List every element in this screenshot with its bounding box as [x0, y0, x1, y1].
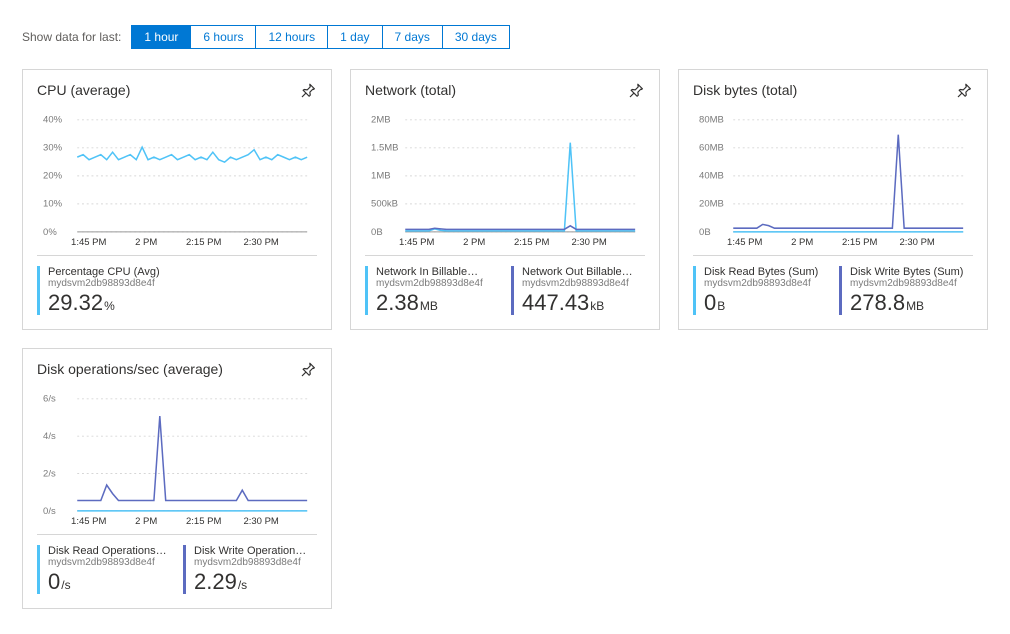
legend-item: Disk Write Operation… mydsvm2db98893d8e4…	[183, 545, 317, 594]
legend-item: Disk Read Bytes (Sum) mydsvm2db98893d8e4…	[693, 266, 827, 315]
pin-icon[interactable]	[623, 78, 649, 107]
time-range-30-days[interactable]: 30 days	[443, 26, 509, 48]
svg-text:20%: 20%	[43, 171, 63, 182]
legend-resource: mydsvm2db98893d8e4f	[704, 278, 827, 289]
svg-text:2 PM: 2 PM	[135, 237, 157, 248]
time-range-toolbar: Show data for last: 1 hour6 hours12 hour…	[22, 25, 988, 49]
legend-item: Network In Billable… mydsvm2db98893d8e4f…	[365, 266, 499, 315]
svg-text:40%: 40%	[43, 116, 63, 126]
legend-resource: mydsvm2db98893d8e4f	[850, 278, 973, 289]
legend-value: 278.8MB	[850, 291, 973, 315]
svg-text:2 PM: 2 PM	[135, 516, 157, 527]
svg-text:1:45 PM: 1:45 PM	[71, 516, 106, 527]
time-range-1-day[interactable]: 1 day	[328, 26, 382, 48]
metric-tile-cpu: CPU (average) 0% 10% 20% 30% 40% 1:45 PM 2 PM…	[22, 69, 332, 330]
svg-text:2 PM: 2 PM	[463, 237, 485, 248]
legend-resource: mydsvm2db98893d8e4f	[376, 278, 499, 289]
pin-icon[interactable]	[951, 78, 977, 107]
time-range-1-hour[interactable]: 1 hour	[132, 26, 191, 48]
legend-resource: mydsvm2db98893d8e4f	[194, 557, 317, 568]
svg-text:2:30 PM: 2:30 PM	[571, 237, 606, 248]
svg-text:6/s: 6/s	[43, 395, 56, 405]
svg-text:2:15 PM: 2:15 PM	[514, 237, 549, 248]
legend-label: Disk Write Operation…	[194, 545, 317, 557]
legend-resource: mydsvm2db98893d8e4f	[48, 557, 171, 568]
svg-text:40MB: 40MB	[699, 171, 724, 182]
svg-text:30%: 30%	[43, 143, 63, 154]
svg-text:1MB: 1MB	[371, 171, 391, 182]
chart[interactable]: 0/s 2/s 4/s 6/s 1:45 PM 2 PM 2:15 PM 2:30 PM	[37, 395, 317, 535]
legend-label: Disk Write Bytes (Sum)	[850, 266, 973, 278]
metric-tiles: CPU (average) 0% 10% 20% 30% 40% 1:45 PM 2 PM…	[22, 69, 988, 609]
svg-text:2:15 PM: 2:15 PM	[186, 237, 221, 248]
legend: Network In Billable… mydsvm2db98893d8e4f…	[365, 266, 645, 315]
legend-value: 0B	[704, 291, 827, 315]
svg-text:2:30 PM: 2:30 PM	[243, 237, 278, 248]
svg-text:1.5MB: 1.5MB	[371, 143, 398, 154]
legend-label: Disk Read Bytes (Sum)	[704, 266, 827, 278]
time-range-label: Show data for last:	[22, 30, 121, 44]
legend: Disk Read Operations… mydsvm2db98893d8e4…	[37, 545, 317, 594]
svg-text:2:15 PM: 2:15 PM	[186, 516, 221, 527]
metric-tile-disk-bytes: Disk bytes (total) 0B 20MB 40MB 60MB 80MB 1:…	[678, 69, 988, 330]
svg-text:2 PM: 2 PM	[791, 237, 813, 248]
svg-text:2:30 PM: 2:30 PM	[899, 237, 934, 248]
legend-resource: mydsvm2db98893d8e4f	[522, 278, 645, 289]
svg-text:0/s: 0/s	[43, 506, 56, 517]
legend: Percentage CPU (Avg) mydsvm2db98893d8e4f…	[37, 266, 317, 315]
legend-item: Disk Write Bytes (Sum) mydsvm2db98893d8e…	[839, 266, 973, 315]
pin-icon[interactable]	[295, 357, 321, 386]
tile-title: Disk operations/sec (average)	[37, 361, 317, 377]
legend-item: Network Out Billable… mydsvm2db98893d8e4…	[511, 266, 645, 315]
pin-icon[interactable]	[295, 78, 321, 107]
svg-text:4/s: 4/s	[43, 431, 56, 442]
chart[interactable]: 0B 20MB 40MB 60MB 80MB 1:45 PM 2 PM 2:15 PM 2:3…	[693, 116, 973, 256]
svg-text:80MB: 80MB	[699, 116, 724, 126]
chart[interactable]: 0% 10% 20% 30% 40% 1:45 PM 2 PM 2:15 PM 2:30 PM	[37, 116, 317, 256]
svg-text:1:45 PM: 1:45 PM	[727, 237, 762, 248]
legend-resource: mydsvm2db98893d8e4f	[48, 278, 317, 289]
legend-item: Disk Read Operations… mydsvm2db98893d8e4…	[37, 545, 171, 594]
time-range-group: 1 hour6 hours12 hours1 day7 days30 days	[131, 25, 510, 49]
svg-text:10%: 10%	[43, 199, 63, 210]
svg-text:0B: 0B	[699, 227, 711, 238]
legend-label: Network Out Billable…	[522, 266, 645, 278]
legend-value: 29.32%	[48, 291, 317, 315]
legend-label: Percentage CPU (Avg)	[48, 266, 317, 278]
legend-value: 2.29/s	[194, 570, 317, 594]
svg-text:500kB: 500kB	[371, 199, 398, 210]
time-range-7-days[interactable]: 7 days	[383, 26, 443, 48]
svg-text:20MB: 20MB	[699, 199, 724, 210]
time-range-6-hours[interactable]: 6 hours	[191, 26, 256, 48]
svg-text:1:45 PM: 1:45 PM	[399, 237, 434, 248]
legend-label: Disk Read Operations…	[48, 545, 171, 557]
svg-text:2/s: 2/s	[43, 469, 56, 480]
svg-text:2:15 PM: 2:15 PM	[842, 237, 877, 248]
legend-label: Network In Billable…	[376, 266, 499, 278]
svg-text:60MB: 60MB	[699, 143, 724, 154]
tile-title: Network (total)	[365, 82, 645, 98]
legend-item: Percentage CPU (Avg) mydsvm2db98893d8e4f…	[37, 266, 317, 315]
svg-text:1:45 PM: 1:45 PM	[71, 237, 106, 248]
tile-title: Disk bytes (total)	[693, 82, 973, 98]
metric-tile-network: Network (total) 0B 500kB 1MB 1.5MB 2MB 1:45 …	[350, 69, 660, 330]
legend-value: 447.43kB	[522, 291, 645, 315]
tile-title: CPU (average)	[37, 82, 317, 98]
time-range-12-hours[interactable]: 12 hours	[256, 26, 328, 48]
svg-text:0%: 0%	[43, 227, 57, 238]
legend-value: 0/s	[48, 570, 171, 594]
legend-value: 2.38MB	[376, 291, 499, 315]
legend: Disk Read Bytes (Sum) mydsvm2db98893d8e4…	[693, 266, 973, 315]
svg-text:0B: 0B	[371, 227, 383, 238]
svg-text:2MB: 2MB	[371, 116, 391, 126]
svg-text:2:30 PM: 2:30 PM	[243, 516, 278, 527]
metric-tile-disk-ops: Disk operations/sec (average) 0/s 2/s 4/s 6…	[22, 348, 332, 609]
chart[interactable]: 0B 500kB 1MB 1.5MB 2MB 1:45 PM 2 PM 2:15 PM 2:3…	[365, 116, 645, 256]
